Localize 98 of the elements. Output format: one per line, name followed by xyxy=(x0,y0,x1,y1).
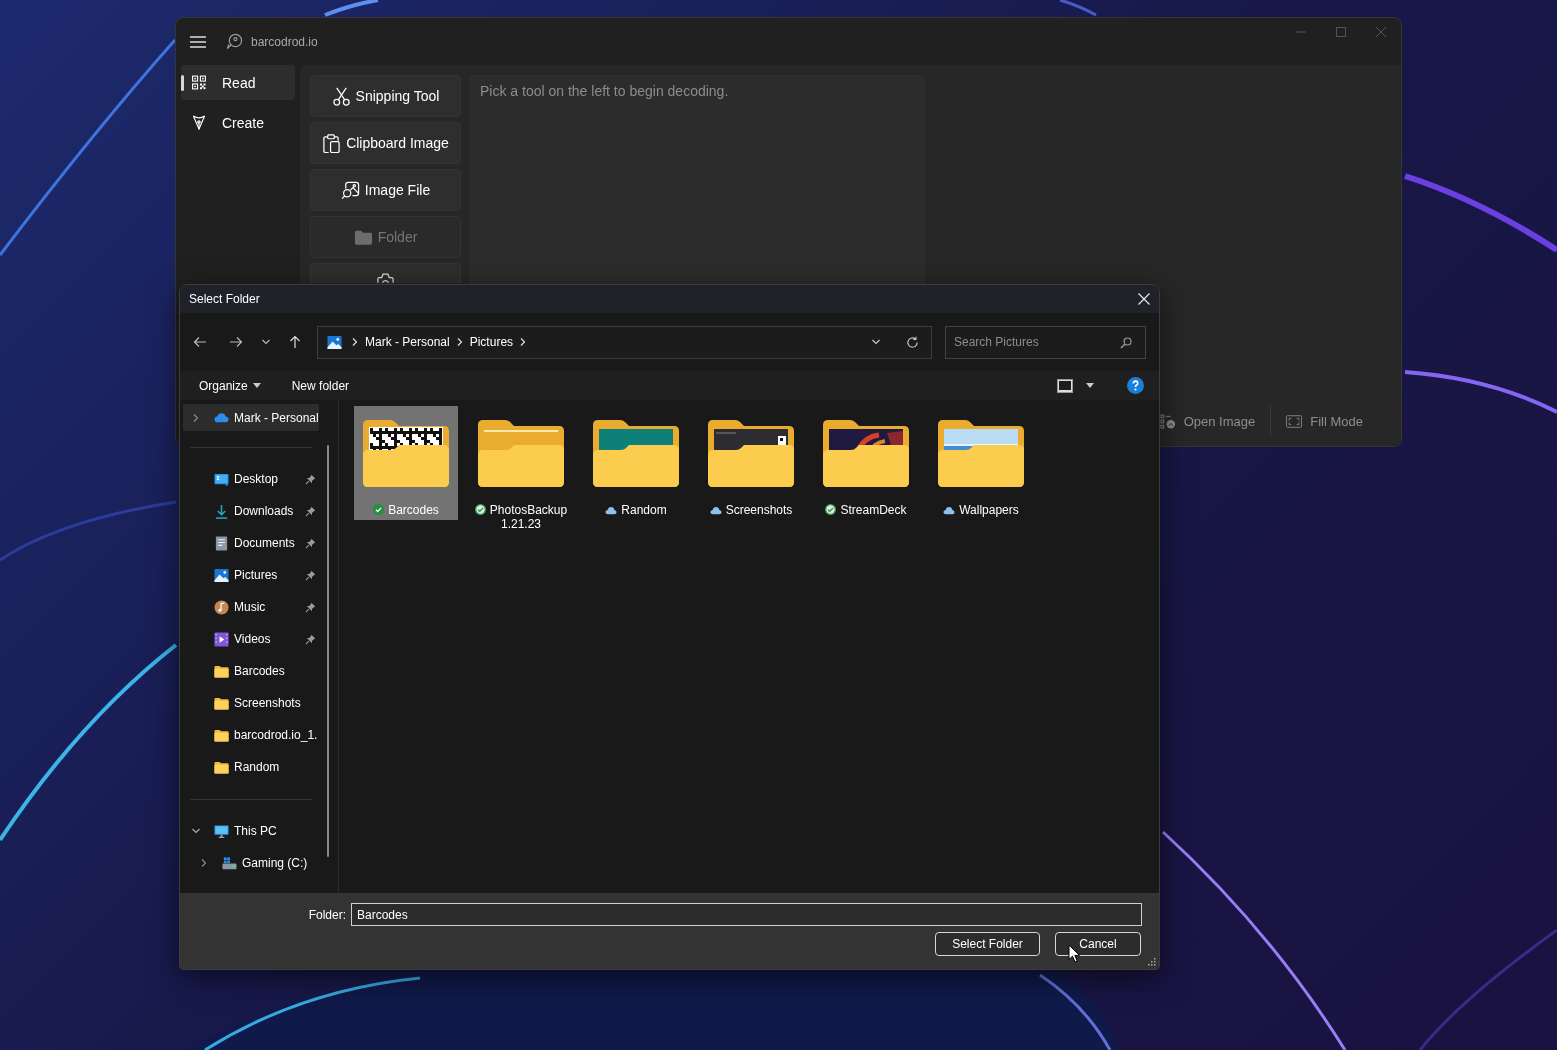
folder-icon xyxy=(823,419,909,487)
picture-icon xyxy=(327,334,342,350)
pin-icon[interactable] xyxy=(305,601,316,613)
monitor-icon xyxy=(214,823,229,839)
clipboard-icon xyxy=(322,133,342,153)
folder-tile[interactable]: Wallpapers xyxy=(929,406,1033,520)
folder-icon xyxy=(214,727,229,743)
nav-pane-item[interactable]: Screenshots xyxy=(183,687,319,719)
nav-pane-item[interactable]: This PC xyxy=(183,815,319,847)
frame-corners-icon xyxy=(1286,413,1303,429)
close-icon xyxy=(1138,293,1150,305)
folder-tile[interactable]: PhotosBackup 1.21.23 xyxy=(469,406,573,534)
search-field[interactable]: Search Pictures xyxy=(945,325,1146,359)
pin-icon[interactable] xyxy=(305,569,316,581)
chevron-right-icon[interactable] xyxy=(455,337,464,347)
organize-button[interactable]: Organize xyxy=(199,373,261,398)
chat-bubble-icon xyxy=(226,33,243,50)
caret-down-icon xyxy=(252,383,261,388)
scissors-icon xyxy=(331,86,351,106)
pin-icon[interactable] xyxy=(305,473,316,485)
folder-icon xyxy=(363,419,449,487)
selection-indicator-icon xyxy=(181,75,184,91)
cloud-icon xyxy=(214,410,229,425)
app-title: barcodrod.io xyxy=(251,34,318,49)
chevron-right-icon[interactable] xyxy=(519,337,528,347)
menu-button[interactable] xyxy=(190,35,206,48)
nav-pane-item[interactable]: Music xyxy=(183,591,319,623)
nav-pane-item[interactable]: Desktop xyxy=(183,463,319,495)
chevron-right-icon[interactable] xyxy=(351,337,359,347)
address-bar[interactable]: Mark - Personal Pictures xyxy=(317,325,932,359)
pen-nib-icon xyxy=(192,115,206,130)
mouse-pointer-icon xyxy=(1068,944,1080,963)
breadcrumb-item[interactable]: Pictures xyxy=(466,331,517,353)
new-folder-button[interactable]: New folder xyxy=(291,373,350,398)
drive-icon xyxy=(222,855,237,871)
folder-tile[interactable]: Random xyxy=(584,406,688,520)
film-play-icon xyxy=(214,631,229,647)
nav-pane-item[interactable]: Documents xyxy=(183,527,319,559)
resize-grip-icon[interactable] xyxy=(1148,958,1156,966)
caret-down-icon xyxy=(1086,383,1094,388)
dialog-button[interactable]: Select Folder xyxy=(935,932,1040,956)
breadcrumb-item[interactable]: Mark - Personal xyxy=(362,331,453,353)
nav-pane-item[interactable]: Barcodes xyxy=(183,655,319,687)
tool-button[interactable]: Clipboard Image xyxy=(310,122,461,164)
folder-icon xyxy=(593,419,679,487)
chevron-down-icon xyxy=(261,337,271,347)
camera-icon xyxy=(376,273,395,283)
dialog-button[interactable]: Cancel xyxy=(1055,932,1141,956)
image-list-icon xyxy=(1159,413,1176,429)
nav-pane-item[interactable]: Gaming (C:) xyxy=(183,847,323,879)
monitor-icon xyxy=(214,471,229,487)
download-icon xyxy=(214,503,229,519)
arrow-up-icon xyxy=(289,335,301,349)
arrow-left-icon xyxy=(193,336,207,348)
pin-icon[interactable] xyxy=(305,537,316,549)
folder-tile[interactable]: StreamDeck xyxy=(814,406,918,520)
chevron-down-icon[interactable] xyxy=(191,826,201,836)
nav-pane-item[interactable]: Pictures xyxy=(183,559,319,591)
folder-icon xyxy=(478,419,564,487)
folder-icon xyxy=(214,663,229,679)
folder-icon xyxy=(214,695,229,711)
folder-label: Folder: xyxy=(307,907,346,922)
refresh-icon xyxy=(905,335,919,349)
nav-item[interactable]: Create xyxy=(181,105,295,140)
nav-pane-item[interactable]: barcodrod.io_1. xyxy=(183,719,319,751)
nav-pane-item[interactable]: Videos xyxy=(183,623,319,655)
qr-code-icon xyxy=(192,75,206,90)
nav-pane-item[interactable]: Random xyxy=(183,751,319,783)
wallpaper-streak xyxy=(324,0,379,17)
help-icon xyxy=(1127,377,1144,394)
pin-icon[interactable] xyxy=(305,505,316,517)
folder-tile[interactable]: Screenshots xyxy=(699,406,803,520)
tool-button[interactable]: Snipping Tool xyxy=(310,75,461,117)
wallpaper-streak xyxy=(1059,0,1097,17)
nav-item[interactable]: Read xyxy=(181,65,295,100)
folder-name-field[interactable]: Barcodes xyxy=(351,903,1142,926)
folder-icon xyxy=(708,419,794,487)
close-icon xyxy=(1376,27,1386,37)
view-layout-icon xyxy=(1057,378,1073,393)
pin-icon[interactable] xyxy=(305,633,316,645)
chevron-down-icon xyxy=(871,337,881,347)
folder-icon xyxy=(938,419,1024,487)
folder-icon xyxy=(214,759,229,775)
maximize-icon xyxy=(1336,27,1346,37)
chevron-right-icon[interactable] xyxy=(199,858,209,868)
nav-pane-item[interactable]: Mark - Personal xyxy=(183,404,319,431)
dialog-title: Select Folder xyxy=(189,292,260,306)
menu-icon xyxy=(190,35,206,48)
folder-tile[interactable]: Barcodes xyxy=(354,406,458,520)
scrollbar[interactable] xyxy=(327,445,329,857)
arrow-right-icon xyxy=(229,336,243,348)
search-icon[interactable] xyxy=(1120,336,1132,349)
nav-pane-item[interactable]: Downloads xyxy=(183,495,319,527)
picture-icon xyxy=(214,567,229,583)
tool-button[interactable]: Image File xyxy=(310,169,461,211)
document-icon xyxy=(214,535,229,551)
music-note-icon xyxy=(214,599,229,615)
image-search-icon xyxy=(340,180,360,200)
